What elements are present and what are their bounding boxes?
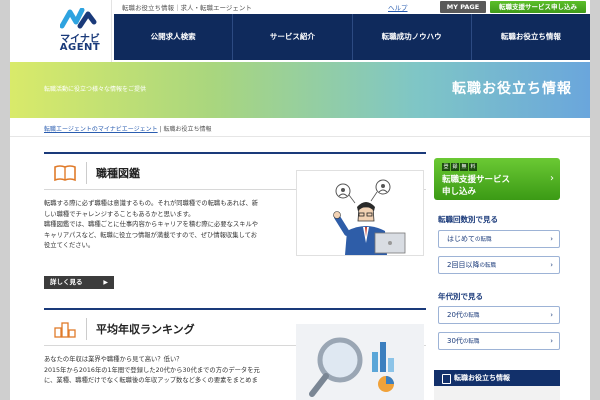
body-line: に、業種、職種だけでなく転職後の年収アップ数など多くの要素をまとめま (44, 377, 258, 385)
section-body-salary-ranking: あなたの年収は業界や職種から見て高い？低い？ 2015年から2016年の1年間で… (44, 355, 292, 387)
body-line: しい職種でチャレンジすることもあるかと思います。 (44, 210, 195, 218)
apply-label-line2: 申し込み (442, 187, 477, 197)
link-main: はじめて (447, 235, 475, 243)
sidebar-useful-info-list (434, 386, 560, 400)
badge-char: 料 (469, 163, 477, 171)
global-nav: 公開求人検索 サービス紹介 転職成功ノウハウ 転職お役立ち情報 (114, 14, 590, 60)
businessman-laptop-image (333, 179, 406, 255)
magnifier-chart-image (309, 337, 394, 397)
sidebar-useful-info-header[interactable]: 転職お役立ち情報 (434, 370, 560, 386)
breadcrumb-separator: | (159, 126, 162, 133)
badge-char: 無 (460, 163, 468, 171)
mypage-button[interactable]: MY PAGE (440, 1, 486, 13)
link-main: 2回目以降 (447, 261, 480, 269)
ranking-podium-icon (54, 322, 76, 338)
link-main: 20代 (447, 311, 463, 319)
chevron-right-icon: › (550, 235, 553, 243)
nav-item-knowhow[interactable]: 転職成功ノウハウ (351, 14, 471, 60)
body-line: あなたの年収は業界や職種から見て高い？低い？ (44, 356, 183, 363)
salary-analysis-illustration (296, 324, 424, 400)
chevron-right-icon: › (550, 173, 554, 184)
body-line: 役立てください。 (44, 242, 95, 250)
link-sub: の転職 (462, 339, 480, 345)
free-registration-badge: 登 録 無 料 (442, 163, 477, 171)
sidebar-heading-by-age: 年代別で見る (438, 292, 483, 301)
divider (10, 136, 590, 137)
details-button[interactable]: 詳しく見る ▶ (44, 276, 114, 289)
sidebar-link-second-plus-change[interactable]: 2回目以降の転職 › (438, 256, 560, 274)
apply-top-button[interactable]: 転職支援サービス申し込み (490, 1, 586, 13)
page-frame: 転職お役立ち情報｜求人・転職エージェント ヘルプ MY PAGE 転職支援サービ… (10, 0, 590, 400)
breadcrumb-home-link[interactable]: 転職エージェントのマイナビエージェント (44, 126, 158, 133)
hero-subtitle: 転職活動に役立つ様々な情報をご提供 (44, 86, 147, 93)
body-line: 転職する際に必ず職種は意識するもの。それが同職種での転職もあれば、新 (44, 200, 259, 207)
nav-item-services[interactable]: サービス紹介 (232, 14, 351, 60)
logo-mark-icon (60, 8, 97, 29)
chevron-right-icon: › (550, 311, 553, 319)
nav-item-useful-info[interactable]: 転職お役立ち情報 (470, 14, 590, 60)
breadcrumb: 転職エージェントのマイナビエージェント | 転職お役立ち情報 (44, 124, 212, 133)
body-line: 職種図鑑では、職種ごとに仕事内容からキャリアを積む際に必要なスキルや (44, 221, 259, 229)
link-sub: の転職 (475, 237, 492, 243)
badge-char: 録 (451, 163, 459, 171)
section-body-job-encyclopedia: 転職する際に必ず職種は意識するもの。それが同職種での転職もあれば、新 しい職種で… (44, 199, 292, 252)
link-sub: の転職 (462, 313, 480, 319)
chevron-right-icon: › (550, 337, 553, 345)
site-logo[interactable]: マイナビ AGENT (48, 0, 112, 62)
sidebar-link-30s[interactable]: 30代の転職 › (438, 332, 560, 350)
divider (86, 162, 87, 184)
sidebar-heading-by-count: 転職回数別で見る (438, 215, 498, 224)
badge-char: 登 (442, 163, 450, 171)
book-icon (54, 165, 76, 182)
sidebar-link-first-change[interactable]: はじめての転職 › (438, 230, 560, 248)
chevron-right-icon: › (550, 261, 553, 269)
help-link[interactable]: ヘルプ (388, 2, 408, 12)
page-title: 転職お役立ち情報 (452, 81, 572, 97)
site-tagline: 転職お役立ち情報｜求人・転職エージェント (122, 4, 252, 12)
divider (86, 318, 87, 340)
section-title: 職種図鑑 (96, 167, 140, 180)
businessman-illustration (296, 170, 424, 256)
body-line: 2015年から2016年の1年間で登録した20代から30代までの方のデータを元 (44, 366, 260, 374)
link-sub: の転職 (479, 263, 496, 269)
link-main: 30代 (447, 337, 463, 345)
details-button-label: 詳しく見る (50, 278, 83, 286)
sidebar-link-20s[interactable]: 20代の転職 › (438, 306, 560, 324)
nav-item-job-search[interactable]: 公開求人検索 (114, 14, 232, 60)
hero-banner: 転職活動に役立つ様々な情報をご提供 転職お役立ち情報 (10, 62, 590, 118)
apply-label-line1: 転職支援サービス (442, 175, 511, 185)
body-line: キャリアパスなど、転職に役立つ情報が満載ですので、ぜひ情報収集してお (44, 231, 258, 239)
sidebar-apply-button[interactable]: 登 録 無 料 転職支援サービス 申し込み › (434, 158, 560, 200)
logo-text-agent: AGENT (59, 42, 101, 53)
chevron-right-icon: ▶ (103, 279, 108, 286)
breadcrumb-current: 転職お役立ち情報 (163, 126, 212, 133)
section-title: 平均年収ランキング (96, 323, 195, 336)
